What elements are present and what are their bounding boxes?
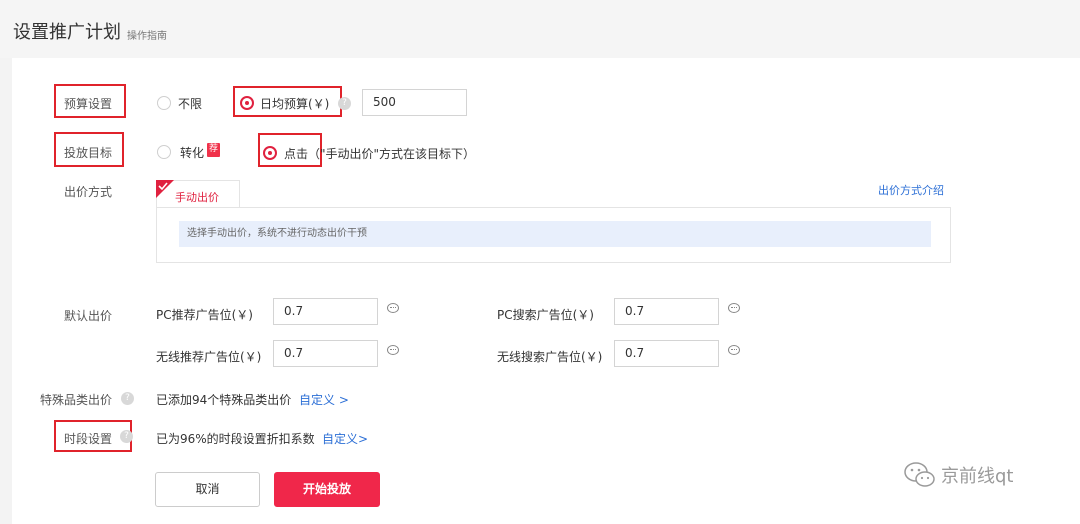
goal-label: 投放目标 xyxy=(64,146,113,160)
pc-recommend-input[interactable]: 0.7 xyxy=(273,298,378,325)
checked-corner-icon xyxy=(156,180,174,198)
pc-recommend-label: PC推荐广告位(￥) xyxy=(156,308,253,322)
wechat-icon xyxy=(904,462,935,487)
recommend-badge: 荐 xyxy=(207,143,221,157)
wireless-search-chat-icon[interactable] xyxy=(728,345,740,355)
goal-click-radio[interactable] xyxy=(263,146,277,160)
goal-click-label: 点击（"手动出价"方式在该目标下） xyxy=(284,147,476,161)
budget-label: 预算设置 xyxy=(64,97,113,111)
timeslot-label: 时段设置 xyxy=(64,432,113,446)
page-title: 设置推广计划 xyxy=(13,22,121,43)
bidding-card: 选择手动出价，系统不进行动态出价干预 xyxy=(156,207,951,263)
timeslot-customize-link[interactable]: 自定义> xyxy=(322,430,368,447)
operation-guide-link[interactable]: 操作指南 xyxy=(127,27,167,42)
wireless-recommend-label: 无线推荐广告位(￥) xyxy=(156,350,262,364)
budget-help-icon[interactable]: ? xyxy=(338,97,351,110)
pc-search-chat-icon[interactable] xyxy=(728,303,740,313)
wireless-search-input[interactable]: 0.7 xyxy=(614,340,719,367)
manual-bid-tab-label: 手动出价 xyxy=(175,191,219,204)
timeslot-text: 已为96%的时段设置折扣系数 xyxy=(156,432,315,446)
cancel-button[interactable]: 取消 xyxy=(155,472,260,507)
budget-unlimited-label: 不限 xyxy=(178,97,203,111)
pc-search-input[interactable]: 0.7 xyxy=(614,298,719,325)
special-customize-link[interactable]: 自定义 > xyxy=(299,391,349,408)
wireless-search-label: 无线搜索广告位(￥) xyxy=(497,350,603,364)
wireless-recommend-input[interactable]: 0.7 xyxy=(273,340,378,367)
pc-recommend-chat-icon[interactable] xyxy=(387,303,399,313)
wireless-recommend-chat-icon[interactable] xyxy=(387,345,399,355)
special-category-label: 特殊品类出价 xyxy=(40,393,113,407)
goal-convert-radio[interactable] xyxy=(157,145,171,159)
special-help-icon[interactable]: ? xyxy=(121,392,134,405)
page-header: 设置推广计划 操作指南 xyxy=(0,0,1080,58)
bidding-intro-link[interactable]: 出价方式介绍 xyxy=(878,182,944,198)
manual-bid-tab[interactable]: 手动出价 xyxy=(156,180,240,208)
budget-daily-label: 日均预算(￥) xyxy=(260,97,330,111)
pc-search-label: PC搜索广告位(￥) xyxy=(497,308,594,322)
start-button[interactable]: 开始投放 xyxy=(274,472,380,507)
budget-daily-radio[interactable] xyxy=(240,96,254,110)
budget-unlimited-radio[interactable] xyxy=(157,96,171,110)
special-category-text: 已添加94个特殊品类出价 xyxy=(156,393,292,407)
form-panel xyxy=(12,58,1080,524)
default-bid-label: 默认出价 xyxy=(64,309,113,323)
daily-budget-input[interactable]: 500 xyxy=(362,89,467,116)
watermark-text: 京前线qt xyxy=(941,466,1014,487)
goal-convert-label: 转化 xyxy=(180,146,205,160)
bidding-tip: 选择手动出价，系统不进行动态出价干预 xyxy=(179,221,931,247)
timeslot-help-icon[interactable]: ? xyxy=(120,430,133,443)
bidding-label: 出价方式 xyxy=(64,185,113,199)
